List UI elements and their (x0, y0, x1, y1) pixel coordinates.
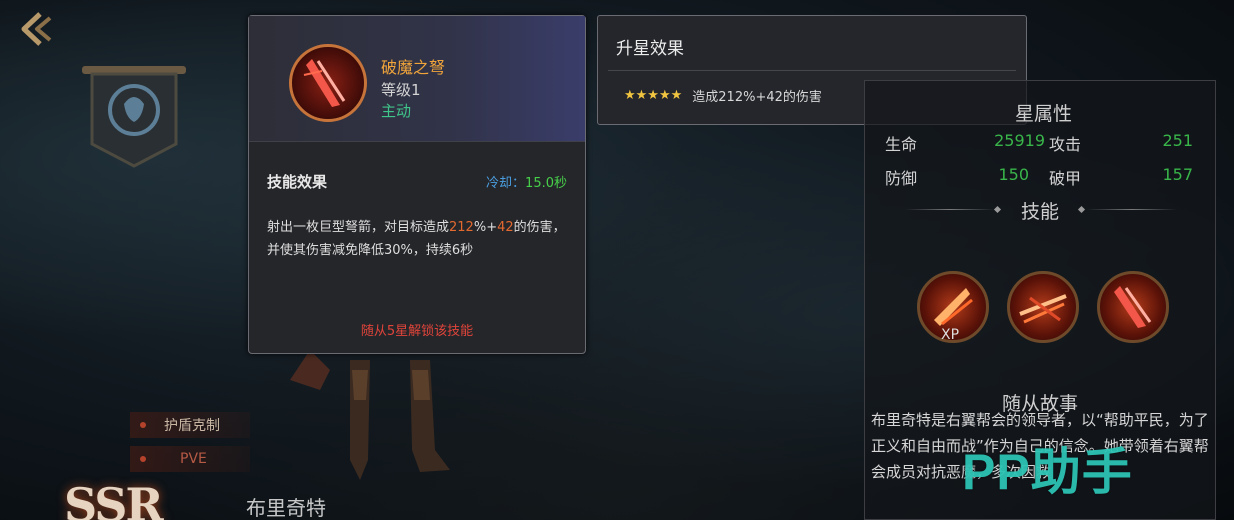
divider (608, 70, 1016, 71)
stat-label: 防御 (885, 169, 918, 188)
cooldown-value: 15.0秒 (525, 176, 567, 191)
stat-row-attack: 攻击 (1049, 131, 1081, 155)
skill-description: 射出一枚巨型弩箭，对目标造成212%+42的伤害，并使其伤害减免降低30%，持续… (267, 216, 571, 262)
stat-value-defense: 150 (998, 165, 1029, 184)
xp-label: XP (941, 327, 960, 343)
skill-slot-2[interactable] (1007, 271, 1079, 343)
skill-type: 主动 (381, 102, 412, 120)
shield-counter-label: 护盾克制 (164, 418, 220, 434)
desc-text: 射出一枚巨型弩箭，对目标造成 (267, 220, 450, 235)
stat-value-armor-break: 157 (1162, 165, 1193, 184)
skill-slot-3[interactable] (1097, 271, 1169, 343)
stat-row-armor-break: 破甲 (1049, 165, 1081, 189)
arrow-volley-icon (1019, 294, 1067, 324)
stat-label: 攻击 (1049, 135, 1082, 154)
star-effect-row: ★★★★★ 造成212%+42的伤害 (624, 86, 822, 105)
stat-row-hp: 生命 (885, 131, 917, 155)
skills-heading: 技能 (1020, 201, 1059, 223)
stat-label: 破甲 (1049, 169, 1082, 188)
stat-row-defense: 防御 (885, 165, 917, 189)
faction-banner (82, 64, 186, 168)
pve-tag: PVE (130, 446, 250, 472)
crossbow-bolt-icon (1114, 286, 1152, 328)
cooldown-info: 冷却：15.0秒 (486, 172, 567, 191)
desc-text: %+ (473, 220, 498, 235)
unlock-requirement: 随从5星解锁该技能 (360, 324, 474, 339)
stat-label: 生命 (885, 135, 918, 154)
desc-damage-flat: 42 (497, 220, 514, 235)
skill-name: 破魔之弩 (381, 58, 446, 77)
star-effect-text: 造成212%+42的伤害 (692, 90, 822, 105)
stat-value-hp: 25919 (994, 131, 1045, 150)
hero-figure (290, 340, 470, 500)
skill-header: 破魔之弩 等级1 主动 (249, 16, 585, 142)
pve-label: PVE (180, 451, 207, 467)
star-attributes-heading: 星属性 (1015, 103, 1073, 125)
shield-counter-tag: 护盾克制 (130, 412, 250, 438)
skill-effect-title: 技能效果 (267, 173, 328, 191)
rank-badge: SSR (64, 478, 164, 520)
stat-value-attack: 251 (1162, 131, 1193, 150)
back-button[interactable] (18, 10, 62, 48)
cooldown-label: 冷却： (486, 176, 526, 191)
skill-tooltip: 破魔之弩 等级1 主动 技能效果 冷却：15.0秒 射出一枚巨型弩箭，对目标造成… (248, 15, 586, 354)
five-star-icon: ★★★★★ (624, 88, 683, 103)
divider (1087, 209, 1177, 210)
desc-damage-percent: 212 (449, 220, 474, 235)
back-arrow-icon (21, 12, 52, 46)
watermark-logo: PP助手 (962, 444, 1133, 500)
skill-level: 等级1 (381, 81, 421, 99)
crossbow-bolt-icon (289, 44, 367, 122)
star-upgrade-title: 升星效果 (616, 39, 684, 59)
